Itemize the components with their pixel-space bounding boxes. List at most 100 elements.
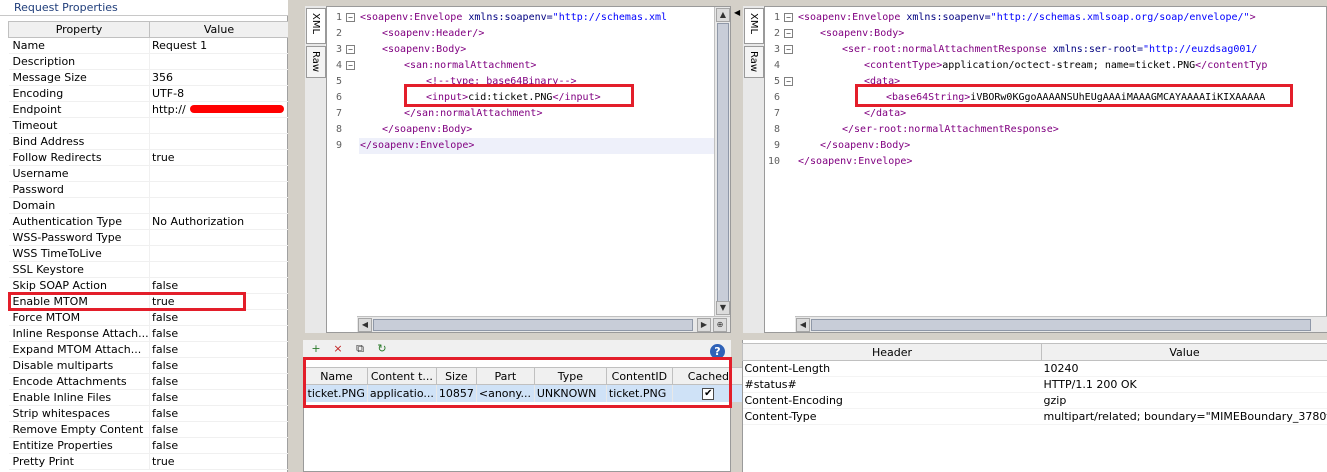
- property-value[interactable]: false: [149, 309, 289, 326]
- code-line[interactable]: <soapenv:Envelope xmlns:soapenv="http://…: [360, 10, 667, 26]
- attachment-row[interactable]: ticket.PNG applicatio... 10857 <anony... UNK…: [305, 384, 745, 402]
- code-line[interactable]: </soapenv:Envelope>: [360, 138, 474, 154]
- property-row[interactable]: Domain: [8, 197, 289, 214]
- request-xml-content[interactable]: 1− <soapenv:Envelope xmlns:soapenv="http:…: [328, 10, 714, 310]
- header-column-header[interactable]: Header: [742, 343, 1042, 361]
- remove-attachment-icon[interactable]: ×: [331, 342, 345, 356]
- attachment-column-header[interactable]: Type: [533, 367, 607, 385]
- request-vertical-scrollbar[interactable]: ▲ ▼: [714, 7, 730, 316]
- property-row[interactable]: Authentication Type No Authorization: [8, 213, 289, 230]
- property-row[interactable]: Timeout: [8, 117, 289, 134]
- cached-checkbox[interactable]: ✔: [702, 388, 715, 401]
- property-row[interactable]: Enable MTOM true: [8, 293, 289, 310]
- property-row[interactable]: Skip SOAP Action false: [8, 277, 289, 294]
- header-row[interactable]: #status# HTTP/1.1 200 OK: [742, 376, 1327, 393]
- header-row[interactable]: Content-Length 10240: [742, 360, 1327, 377]
- property-value[interactable]: false: [149, 437, 289, 454]
- scroll-down-arrow-icon[interactable]: ▼: [716, 301, 730, 315]
- property-row[interactable]: WSS TimeToLive: [8, 245, 289, 262]
- property-value[interactable]: 356: [149, 69, 289, 86]
- response-hscroll-thumb[interactable]: [811, 319, 1311, 331]
- property-row[interactable]: Expand MTOM Attach... false: [8, 341, 289, 358]
- property-value[interactable]: [149, 197, 289, 214]
- property-row[interactable]: Description: [8, 53, 289, 70]
- fold-toggle-icon[interactable]: −: [784, 77, 793, 86]
- property-value[interactable]: [149, 245, 289, 262]
- property-value[interactable]: false: [149, 421, 289, 438]
- attachment-column-header[interactable]: Cached: [671, 367, 745, 385]
- reload-attachment-icon[interactable]: ↻: [375, 342, 389, 356]
- property-value[interactable]: [149, 229, 289, 246]
- request-xml-tab[interactable]: XML: [306, 8, 326, 44]
- property-value[interactable]: [149, 181, 289, 198]
- attachment-column-header[interactable]: Content t...: [366, 367, 437, 385]
- property-value[interactable]: false: [149, 405, 289, 422]
- help-icon[interactable]: ?: [710, 344, 725, 359]
- property-value[interactable]: false: [149, 341, 289, 358]
- scroll-left-arrow-icon[interactable]: ◀: [796, 318, 810, 332]
- property-row[interactable]: Encoding UTF-8: [8, 85, 289, 102]
- scroll-left-arrow-icon[interactable]: ◀: [358, 318, 372, 332]
- property-value[interactable]: false: [149, 325, 289, 342]
- attachment-column-header[interactable]: Size: [435, 367, 477, 385]
- fold-toggle-icon[interactable]: −: [346, 13, 355, 22]
- code-line[interactable]: </soapenv:Body>: [382, 122, 472, 138]
- property-value[interactable]: Request 1: [149, 37, 289, 54]
- property-row[interactable]: Encode Attachments false: [8, 373, 289, 390]
- property-row[interactable]: Enable Inline Files false: [8, 389, 289, 406]
- code-line[interactable]: <soapenv:Body>: [382, 42, 466, 58]
- property-column-header[interactable]: Property: [8, 21, 150, 38]
- code-line[interactable]: <base64String>iVBORw0KGgoAAAANSUhEUgAAAi…: [886, 90, 1265, 106]
- request-horizontal-scrollbar[interactable]: ◀ ▶ ⊕: [357, 316, 730, 332]
- fold-toggle-icon[interactable]: −: [784, 29, 793, 38]
- code-line[interactable]: </data>: [864, 106, 906, 122]
- code-line[interactable]: </soapenv:Body>: [820, 138, 910, 154]
- property-row[interactable]: SSL Keystore: [8, 261, 289, 278]
- code-line[interactable]: <!--type: base64Binary-->: [426, 74, 577, 90]
- property-value[interactable]: [149, 261, 289, 278]
- property-value[interactable]: [149, 117, 289, 134]
- code-line[interactable]: <soapenv:Envelope xmlns:soapenv="http://…: [798, 10, 1256, 26]
- code-line[interactable]: <san:normalAttachment>: [404, 58, 536, 74]
- response-xml-tab[interactable]: XML: [744, 8, 764, 44]
- code-line[interactable]: <input>cid:ticket.PNG</input>: [426, 90, 601, 106]
- property-value[interactable]: [149, 133, 289, 150]
- property-row[interactable]: Follow Redirects true: [8, 149, 289, 166]
- request-hscroll-thumb[interactable]: [373, 319, 693, 331]
- fold-toggle-icon[interactable]: −: [784, 13, 793, 22]
- property-row[interactable]: Entitize Properties false: [8, 437, 289, 454]
- code-line[interactable]: <soapenv:Body>: [820, 26, 904, 42]
- splitter[interactable]: [288, 0, 303, 472]
- property-row[interactable]: Force MTOM false: [8, 309, 289, 326]
- editor-splitter[interactable]: ◀: [733, 0, 741, 340]
- code-line[interactable]: <soapenv:Header/>: [382, 26, 484, 42]
- response-raw-tab[interactable]: Raw: [744, 46, 764, 78]
- property-value[interactable]: false: [149, 277, 289, 294]
- property-row[interactable]: Disable multiparts false: [8, 357, 289, 374]
- property-row[interactable]: Remove Empty Content false: [8, 421, 289, 438]
- attachment-column-header[interactable]: ContentID: [605, 367, 673, 385]
- fold-toggle-icon[interactable]: −: [346, 61, 355, 70]
- property-row[interactable]: Password: [8, 181, 289, 198]
- property-value[interactable]: UTF-8: [149, 85, 289, 102]
- code-line[interactable]: </soapenv:Envelope>: [798, 154, 912, 170]
- scroll-right-arrow-icon[interactable]: ▶: [697, 318, 711, 332]
- code-line[interactable]: </ser-root:normalAttachmentResponse>: [842, 122, 1059, 138]
- request-raw-tab[interactable]: Raw: [306, 46, 326, 78]
- scroll-up-arrow-icon[interactable]: ▲: [716, 8, 730, 22]
- property-value[interactable]: true: [149, 453, 289, 470]
- header-row[interactable]: Content-Encoding gzip: [742, 392, 1327, 409]
- property-row[interactable]: Pretty Print true: [8, 453, 289, 470]
- property-row[interactable]: Bind Address: [8, 133, 289, 150]
- property-value[interactable]: true: [149, 293, 289, 310]
- property-row[interactable]: Name Request 1: [8, 37, 289, 54]
- add-attachment-icon[interactable]: +: [309, 342, 323, 356]
- property-row[interactable]: Inline Response Attach... false: [8, 325, 289, 342]
- property-value[interactable]: true: [149, 149, 289, 166]
- property-value[interactable]: false: [149, 357, 289, 374]
- property-row[interactable]: Username: [8, 165, 289, 182]
- code-line[interactable]: </san:normalAttachment>: [404, 106, 542, 122]
- property-row[interactable]: Message Size 356: [8, 69, 289, 86]
- attachment-column-header[interactable]: Part: [475, 367, 535, 385]
- response-xml-content[interactable]: 1− <soapenv:Envelope xmlns:soapenv="http:…: [766, 10, 1327, 310]
